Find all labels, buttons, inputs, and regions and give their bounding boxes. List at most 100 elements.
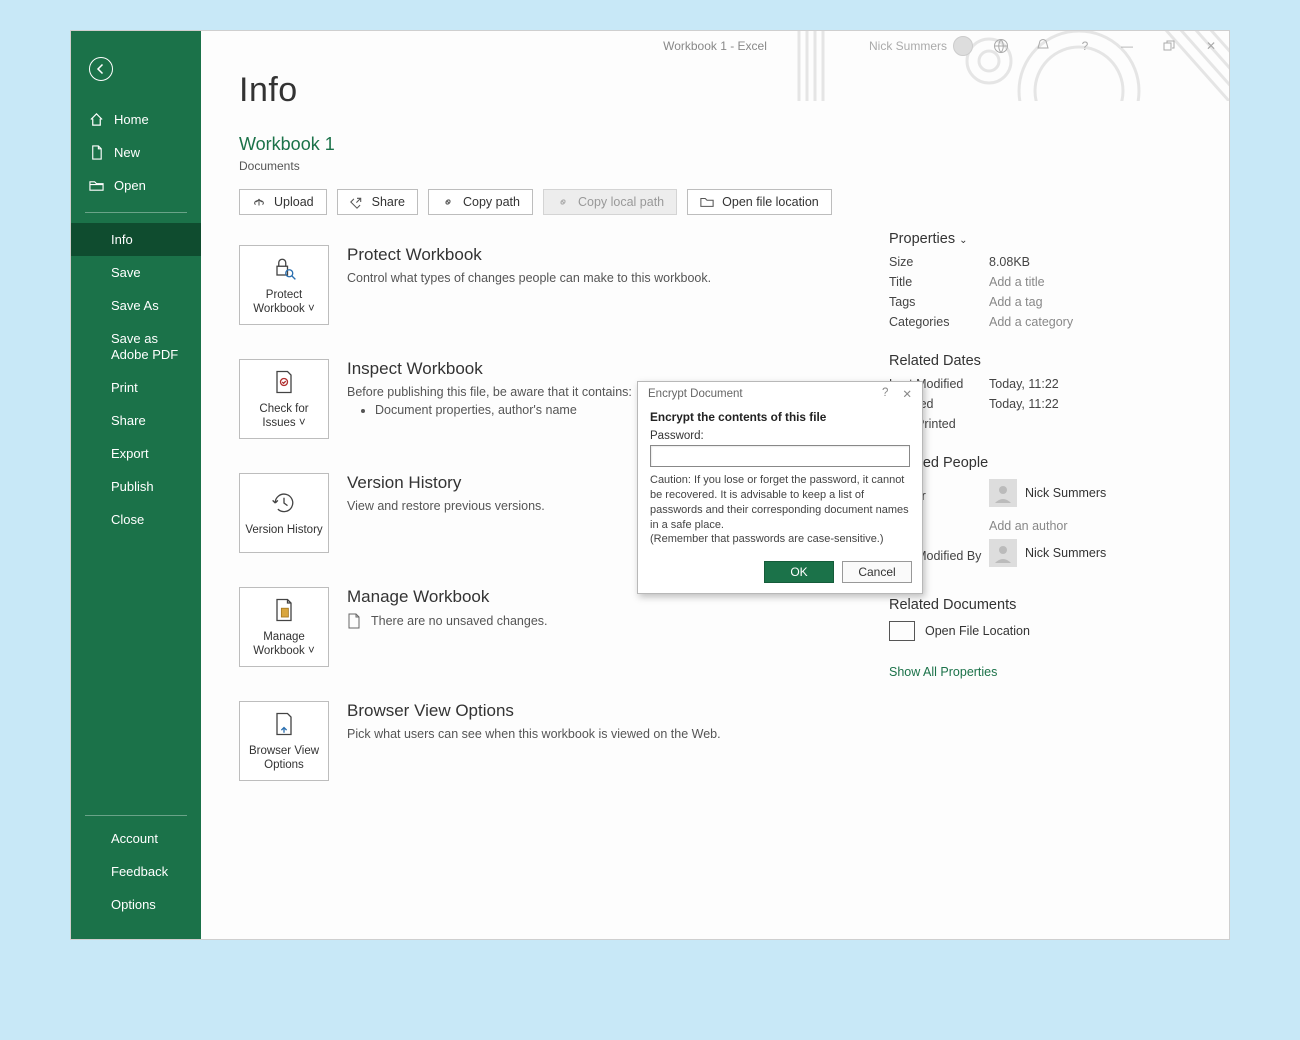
label: Publish xyxy=(111,479,154,494)
titlebar-right: Nick Summers ? — ✕ xyxy=(869,31,1225,61)
folder-open-icon xyxy=(700,195,714,209)
copy-local-path-button: Copy local path xyxy=(543,189,677,215)
open-file-location-button[interactable]: Open file location xyxy=(687,189,832,215)
folder-open-icon xyxy=(89,178,104,193)
sidebar-item-info[interactable]: Info xyxy=(71,223,201,256)
upload-icon xyxy=(252,195,266,209)
sidebar-item-feedback[interactable]: Feedback xyxy=(71,855,201,888)
label: Protect Workbook ˅ xyxy=(244,288,324,317)
sidebar-item-publish[interactable]: Publish xyxy=(71,470,201,503)
backstage-main: Workbook 1 - Excel Nick Summers ? — ✕ xyxy=(201,31,1229,939)
label: Copy path xyxy=(463,195,520,209)
open-file-location-link[interactable]: Open File Location xyxy=(889,621,1189,641)
close-button[interactable]: ✕ xyxy=(1197,31,1225,61)
label: Check for Issues ˅ xyxy=(244,402,324,431)
dialog-titlebar: Encrypt Document ? ✕ xyxy=(638,382,922,406)
label: Options xyxy=(111,897,156,912)
prop-categories-key: Categories xyxy=(889,315,989,329)
new-file-icon xyxy=(89,145,104,160)
last-modified-by-name: Nick Summers xyxy=(1025,546,1106,560)
version-history-button[interactable]: Version History xyxy=(239,473,329,553)
label: Save As xyxy=(111,298,159,313)
section-desc: There are no unsaved changes. xyxy=(371,614,548,628)
protect-workbook-button[interactable]: Protect Workbook ˅ xyxy=(239,245,329,325)
titlebar: Workbook 1 - Excel Nick Summers ? — ✕ xyxy=(201,31,1229,61)
dialog-title: Encrypt Document xyxy=(648,388,743,400)
ok-button[interactable]: OK xyxy=(764,561,834,583)
dialog-help-button[interactable]: ? xyxy=(882,387,888,401)
add-author-link[interactable]: Add an author xyxy=(989,519,1068,533)
sidebar-item-home[interactable]: Home xyxy=(71,103,201,136)
prop-tags-val[interactable]: Add a tag xyxy=(989,295,1043,309)
user-name: Nick Summers xyxy=(869,39,947,53)
document-manage-icon xyxy=(270,596,298,624)
properties-panel: Properties⌄ Size8.08KB TitleAdd a title … xyxy=(889,71,1189,815)
prop-size-key: Size xyxy=(889,255,989,269)
label: Share xyxy=(111,413,146,428)
excel-backstage-window: Home New Open Info Save Save As Save as … xyxy=(70,30,1230,940)
avatar-icon xyxy=(989,479,1017,507)
sidebar-item-print[interactable]: Print xyxy=(71,371,201,404)
restore-button[interactable] xyxy=(1155,31,1183,61)
section-desc: Before publishing this file, be aware th… xyxy=(347,385,632,399)
last-modified-by-person[interactable]: Nick Summers xyxy=(989,539,1106,567)
sidebar-item-share[interactable]: Share xyxy=(71,404,201,437)
last-modified-val: Today, 11:22 xyxy=(989,377,1059,391)
link-icon xyxy=(441,195,455,209)
label: Share xyxy=(372,195,405,209)
minimize-button[interactable]: — xyxy=(1113,31,1141,61)
user-chip[interactable]: Nick Summers xyxy=(869,36,973,56)
encrypt-document-dialog: Encrypt Document ? ✕ Encrypt the content… xyxy=(637,381,923,594)
related-people-heading: Related People xyxy=(889,455,1189,471)
prop-size-val: 8.08KB xyxy=(989,255,1030,269)
section-browser-view: Browser View Options Browser View Option… xyxy=(239,701,839,781)
sidebar-item-account[interactable]: Account xyxy=(71,822,201,855)
arrow-left-icon xyxy=(95,63,107,75)
created-val: Today, 11:22 xyxy=(989,397,1059,411)
dialog-heading: Encrypt the contents of this file xyxy=(650,410,910,424)
world-icon[interactable] xyxy=(987,31,1015,61)
back-button[interactable] xyxy=(89,57,113,81)
label: Print xyxy=(111,380,138,395)
author-person[interactable]: Nick Summers xyxy=(989,479,1106,507)
dialog-caution-text: Caution: If you lose or forget the passw… xyxy=(650,473,910,547)
action-row: Upload Share Copy path Copy local p xyxy=(239,189,839,215)
related-dates-heading: Related Dates xyxy=(889,353,1189,369)
sidebar-item-save[interactable]: Save xyxy=(71,256,201,289)
section-title: Inspect Workbook xyxy=(347,359,632,379)
window-title: Workbook 1 - Excel xyxy=(663,39,767,53)
sidebar-item-options[interactable]: Options xyxy=(71,888,201,921)
label: Version History xyxy=(245,523,322,537)
manage-workbook-button[interactable]: Manage Workbook ˅ xyxy=(239,587,329,667)
sidebar-item-save-adobe-pdf[interactable]: Save as Adobe PDF xyxy=(71,322,201,371)
browser-view-options-button[interactable]: Browser View Options xyxy=(239,701,329,781)
upload-button[interactable]: Upload xyxy=(239,189,327,215)
label: Home xyxy=(114,112,149,127)
password-input[interactable] xyxy=(650,445,910,467)
cancel-button[interactable]: Cancel xyxy=(842,561,912,583)
home-icon xyxy=(89,112,104,127)
label: Upload xyxy=(274,195,314,209)
label: Feedback xyxy=(111,864,168,879)
prop-title-val[interactable]: Add a title xyxy=(989,275,1045,289)
sidebar-item-open[interactable]: Open xyxy=(71,169,201,202)
check-for-issues-button[interactable]: Check for Issues ˅ xyxy=(239,359,329,439)
sidebar-item-close[interactable]: Close xyxy=(71,503,201,536)
help-icon[interactable]: ? xyxy=(1071,31,1099,61)
label: Account xyxy=(111,831,158,846)
divider xyxy=(85,815,187,816)
sidebar-item-export[interactable]: Export xyxy=(71,437,201,470)
share-button[interactable]: Share xyxy=(337,189,418,215)
label: Open xyxy=(114,178,146,193)
dialog-close-button[interactable]: ✕ xyxy=(902,387,912,401)
notification-icon[interactable] xyxy=(1029,31,1057,61)
divider xyxy=(85,212,187,213)
sidebar-item-save-as[interactable]: Save As xyxy=(71,289,201,322)
sidebar-item-new[interactable]: New xyxy=(71,136,201,169)
copy-path-button[interactable]: Copy path xyxy=(428,189,533,215)
prop-categories-val[interactable]: Add a category xyxy=(989,315,1073,329)
properties-heading[interactable]: Properties⌄ xyxy=(889,231,1189,247)
show-all-properties-link[interactable]: Show All Properties xyxy=(889,665,1189,679)
section-desc: Pick what users can see when this workbo… xyxy=(347,727,721,741)
label: Copy local path xyxy=(578,195,664,209)
